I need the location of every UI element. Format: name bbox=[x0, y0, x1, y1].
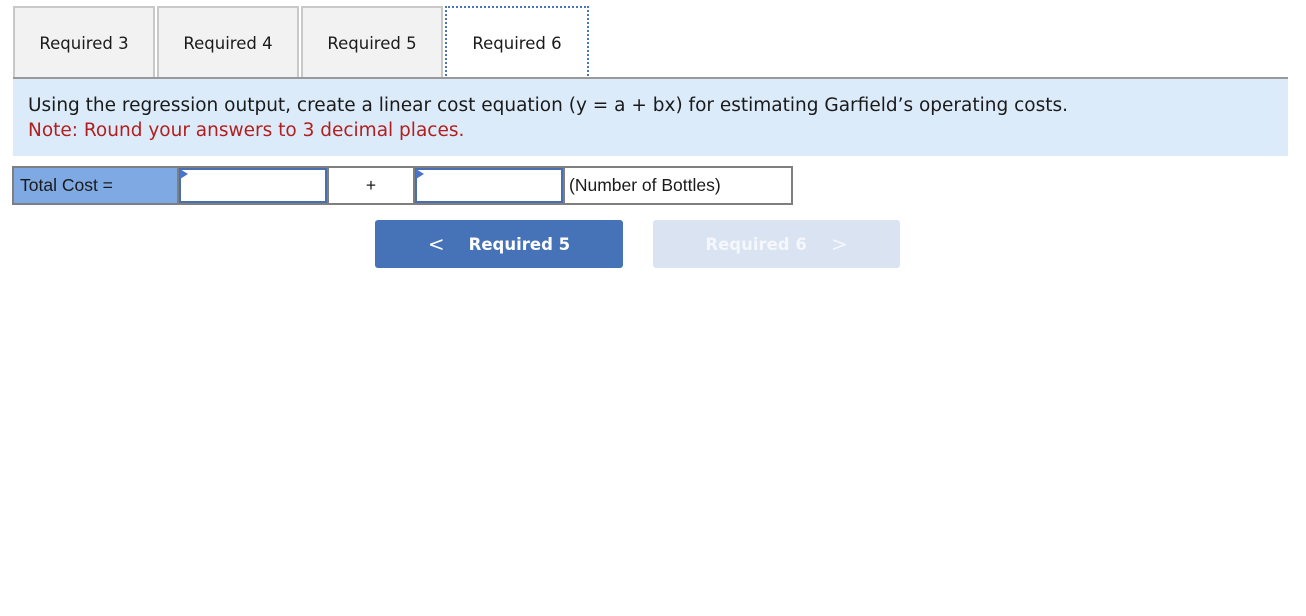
question-text: Using the regression output, create a li… bbox=[28, 95, 1069, 116]
intercept-cell bbox=[179, 168, 327, 203]
rounding-note: Note: Round your answers to 3 decimal pl… bbox=[28, 120, 465, 141]
chevron-right-icon: > bbox=[830, 232, 848, 256]
unit-label: (Number of Bottles) bbox=[565, 168, 791, 203]
tab-required-5[interactable]: Required 5 bbox=[301, 6, 443, 78]
intercept-input[interactable] bbox=[181, 170, 325, 201]
cost-equation-row: Total Cost = + (Number of Bottles) bbox=[12, 166, 793, 205]
total-cost-label: Total Cost = bbox=[14, 168, 177, 203]
input-marker-icon bbox=[416, 169, 424, 179]
prev-required-button[interactable]: < Required 5 bbox=[375, 220, 623, 268]
tab-bar: Required 3 Required 4 Required 5 Require… bbox=[13, 6, 591, 80]
tab-required-6[interactable]: Required 6 bbox=[445, 6, 589, 80]
instructions-panel: Using the regression output, create a li… bbox=[13, 79, 1288, 156]
next-button-label: Required 6 bbox=[705, 234, 807, 254]
tab-required-3[interactable]: Required 3 bbox=[13, 6, 155, 78]
chevron-left-icon: < bbox=[427, 232, 445, 256]
slope-input[interactable] bbox=[417, 170, 561, 201]
next-required-button[interactable]: Required 6 > bbox=[653, 220, 900, 268]
tab-required-4[interactable]: Required 4 bbox=[157, 6, 299, 78]
prev-button-label: Required 5 bbox=[468, 234, 571, 254]
slope-cell bbox=[415, 168, 563, 203]
input-marker-icon bbox=[180, 169, 188, 179]
plus-sign: + bbox=[329, 168, 413, 203]
